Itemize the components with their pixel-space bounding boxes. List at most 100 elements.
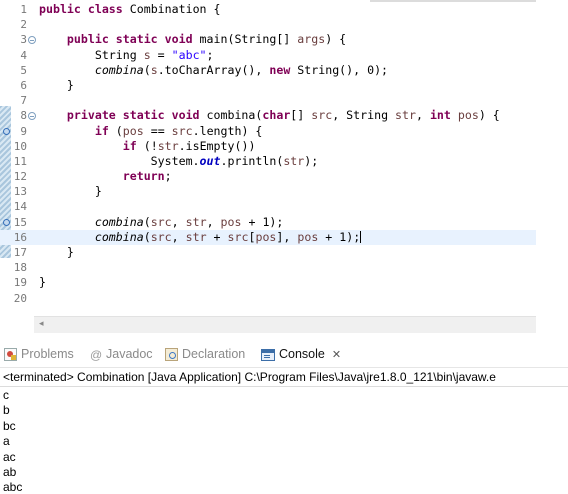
- console-output-line: b: [3, 403, 10, 418]
- line-number: 9: [20, 124, 27, 138]
- code-line[interactable]: 8 private static void combina(char[] src…: [0, 108, 536, 123]
- code-line[interactable]: 12 return;: [0, 169, 536, 184]
- line-number: 4: [20, 48, 27, 62]
- code-editor[interactable]: 1 public class Combination {2 3 public sta…: [0, 0, 536, 316]
- code-token: return: [122, 169, 165, 184]
- code-token: (: [143, 62, 151, 77]
- code-line[interactable]: 11 System.out.println(str);: [0, 154, 536, 169]
- scroll-left-arrow-icon[interactable]: ◂: [39, 319, 44, 329]
- code-token: pos: [255, 229, 277, 244]
- code-text: }: [39, 275, 46, 290]
- code-line[interactable]: 1 public class Combination {: [0, 2, 536, 17]
- code-text: return;: [39, 169, 172, 184]
- code-line[interactable]: 10 if (!str.isEmpty()): [0, 139, 536, 154]
- tab-javadoc[interactable]: @ Javadoc: [90, 340, 153, 368]
- code-line[interactable]: 18: [0, 260, 536, 275]
- line-number: 19: [13, 276, 27, 290]
- code-text: public class Combination {: [39, 2, 221, 17]
- code-text: }: [39, 245, 74, 260]
- code-token: out: [199, 153, 221, 168]
- code-line[interactable]: 15 combina(src, str, pos + 1);: [0, 215, 536, 230]
- code-token: }: [39, 184, 102, 199]
- code-token: src: [311, 108, 333, 123]
- line-number: 12: [13, 170, 27, 184]
- code-token: new: [269, 62, 298, 77]
- code-line[interactable]: 16 combina(src, str + src[pos], pos + 1)…: [0, 229, 536, 245]
- code-token: args: [297, 32, 326, 47]
- code-line[interactable]: 17 }: [0, 245, 536, 260]
- line-number: 3: [20, 33, 27, 47]
- code-token: .length) {: [192, 123, 263, 138]
- code-token: int: [429, 108, 458, 123]
- code-token: pos: [457, 108, 479, 123]
- line-number: 16: [13, 230, 27, 244]
- line-number: 20: [13, 291, 27, 305]
- code-token: public class: [39, 2, 130, 16]
- editor-horizontal-scrollbar[interactable]: ◂: [34, 316, 536, 333]
- editor-lines[interactable]: 1 public class Combination {2 3 public sta…: [0, 2, 536, 306]
- tab-declaration[interactable]: Declaration: [165, 340, 245, 368]
- tab-problems[interactable]: Problems: [4, 340, 74, 368]
- code-text: combina(s.toCharArray(), new String(), 0…: [39, 63, 388, 78]
- fold-toggle-icon[interactable]: [28, 112, 36, 121]
- console-output-line: ab: [3, 464, 17, 479]
- declaration-icon: [165, 348, 178, 362]
- code-token: ) {: [478, 108, 500, 123]
- code-line[interactable]: 3 public static void main(String[] args)…: [0, 32, 536, 47]
- fold-toggle-icon[interactable]: [28, 36, 36, 45]
- code-token: src: [150, 214, 172, 229]
- problems-icon: [4, 348, 17, 362]
- console-output[interactable]: c b bc a ac ab abc: [3, 388, 22, 494]
- code-line[interactable]: 2: [0, 17, 536, 32]
- code-token: String(), 0);: [297, 62, 389, 77]
- line-number: 15: [13, 215, 27, 229]
- code-text: System.out.println(str);: [39, 153, 319, 169]
- code-line[interactable]: 14: [0, 199, 536, 214]
- code-token: []: [290, 108, 312, 123]
- code-token: if: [122, 138, 144, 153]
- code-token: ==: [143, 123, 172, 138]
- code-line[interactable]: 9 if (pos == src.length) {: [0, 124, 536, 139]
- tab-javadoc-label: Javadoc: [106, 347, 153, 361]
- code-token: Combination {: [129, 2, 221, 16]
- tab-problems-label: Problems: [21, 347, 74, 361]
- code-token: ;: [206, 47, 214, 62]
- code-token: System.: [39, 153, 200, 168]
- code-text: combina(src, str + src[pos], pos + 1);: [39, 229, 362, 245]
- code-token: if: [94, 123, 116, 138]
- code-token: str: [185, 229, 207, 244]
- code-token: String: [39, 47, 144, 62]
- code-line[interactable]: 20: [0, 291, 536, 306]
- views-tab-bar: Problems @ Javadoc Declaration Console ✕: [0, 340, 568, 368]
- code-line[interactable]: 7: [0, 93, 536, 108]
- code-token: }: [39, 275, 46, 290]
- code-text: String s = "abc";: [39, 48, 214, 63]
- code-token: char: [262, 108, 291, 123]
- code-text: }: [39, 184, 102, 199]
- code-line[interactable]: 4 String s = "abc";: [0, 48, 536, 63]
- code-token: .isEmpty()): [178, 138, 256, 153]
- tab-console[interactable]: Console ✕: [261, 340, 341, 368]
- code-line[interactable]: 5 combina(s.toCharArray(), new String(),…: [0, 63, 536, 78]
- code-token: str: [185, 214, 207, 229]
- text-cursor: [360, 230, 362, 243]
- close-icon[interactable]: ✕: [332, 341, 341, 369]
- console-output-line: ac: [3, 449, 16, 464]
- code-line[interactable]: 13 }: [0, 184, 536, 199]
- javadoc-icon: @: [90, 347, 103, 362]
- code-token: ) {: [325, 32, 347, 47]
- line-number: 18: [13, 261, 27, 275]
- line-number: 17: [13, 246, 27, 259]
- line-number: 8: [20, 109, 27, 123]
- line-number: 10: [13, 139, 27, 153]
- code-line[interactable]: 19}: [0, 275, 536, 290]
- breakpoint-icon[interactable]: [3, 218, 10, 226]
- code-token: str: [157, 138, 179, 153]
- code-token: (: [115, 123, 123, 138]
- code-token: +: [206, 229, 228, 244]
- breakpoint-icon[interactable]: [3, 127, 10, 135]
- code-line[interactable]: 6 }: [0, 78, 536, 93]
